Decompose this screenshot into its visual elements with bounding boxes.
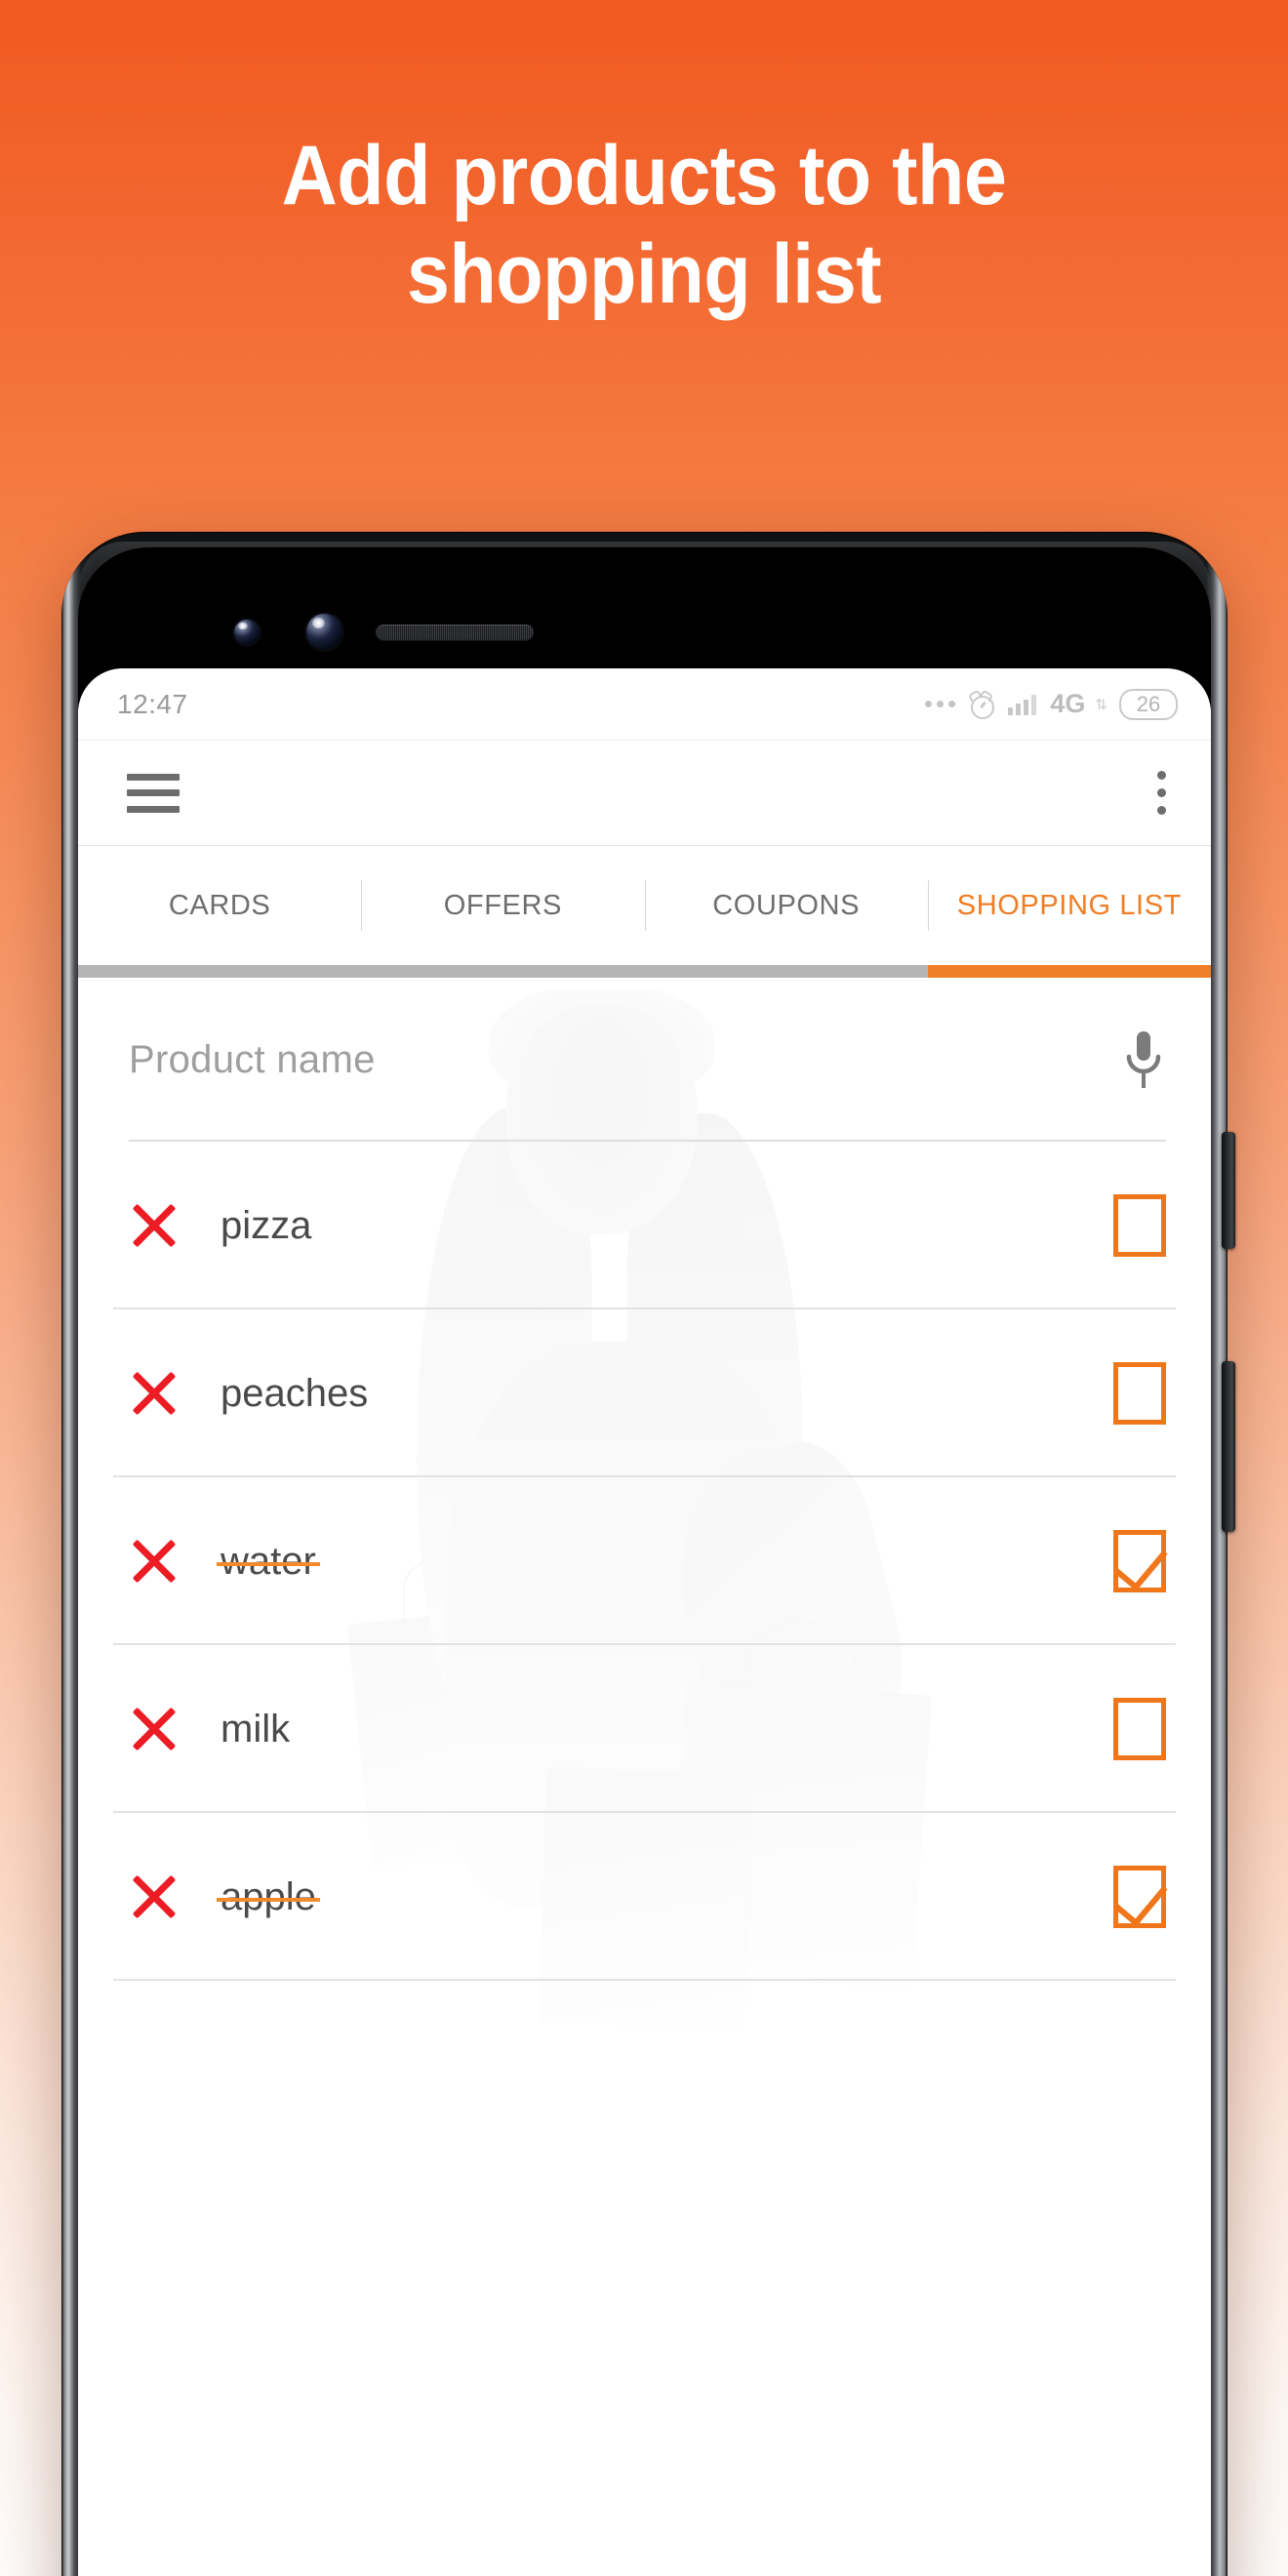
app-screen: 12:47 4G ⇅ 26 CARDS OFFERS COUPONS SHOPP… bbox=[78, 668, 1211, 2576]
tab-indicator-track bbox=[78, 965, 928, 978]
list-item[interactable]: apple bbox=[78, 1813, 1211, 1981]
phone-mockup: 12:47 4G ⇅ 26 CARDS OFFERS COUPONS SHOPP… bbox=[61, 532, 1235, 2576]
list-item-label: peaches bbox=[221, 1371, 369, 1415]
list-item-label: milk bbox=[221, 1707, 291, 1751]
list-item-checkbox[interactable] bbox=[1113, 1362, 1166, 1425]
tab-cards[interactable]: CARDS bbox=[78, 890, 361, 922]
tab-indicator bbox=[78, 965, 1211, 978]
phone-bezel: 12:47 4G ⇅ 26 CARDS OFFERS COUPONS SHOPP… bbox=[78, 547, 1211, 2576]
promo-headline: Add products to the shopping list bbox=[52, 127, 1236, 325]
hamburger-menu-icon[interactable] bbox=[127, 773, 180, 813]
shopping-list: pizza peaches water milk apple bbox=[78, 1142, 1211, 1981]
status-bar-clock: 12:47 bbox=[117, 688, 188, 719]
list-item-label: pizza bbox=[221, 1203, 312, 1247]
red-x-delete-icon[interactable] bbox=[129, 1200, 180, 1251]
red-x-delete-icon[interactable] bbox=[129, 1704, 180, 1754]
list-item-checkbox[interactable] bbox=[1113, 1866, 1168, 1928]
red-x-delete-icon[interactable] bbox=[129, 1368, 180, 1419]
network-type-label: 4G bbox=[1050, 689, 1086, 718]
front-camera-secondary-icon bbox=[306, 614, 342, 650]
list-item-label: water bbox=[217, 1539, 320, 1583]
tab-shopping-list[interactable]: SHOPPING LIST bbox=[928, 890, 1211, 922]
more-dots-icon bbox=[925, 701, 956, 707]
kebab-overflow-icon[interactable] bbox=[1154, 769, 1168, 818]
tab-offers[interactable]: OFFERS bbox=[361, 890, 644, 922]
headline-line-2: shopping list bbox=[406, 227, 882, 322]
list-item[interactable]: milk bbox=[78, 1645, 1211, 1813]
alarm-clock-icon bbox=[968, 689, 995, 719]
red-x-delete-icon[interactable] bbox=[129, 1872, 180, 1922]
tab-indicator-thumb bbox=[927, 965, 1211, 978]
list-item[interactable]: pizza bbox=[78, 1142, 1211, 1309]
headline-line-1: Add products to the bbox=[281, 129, 1007, 222]
list-item-checkbox[interactable] bbox=[1113, 1530, 1168, 1592]
cellular-signal-icon bbox=[1008, 694, 1037, 715]
earpiece-speaker-icon bbox=[376, 624, 534, 641]
product-name-input[interactable]: Product name bbox=[129, 1038, 1121, 1082]
front-camera-icon bbox=[234, 620, 260, 645]
product-name-input-row[interactable]: Product name bbox=[78, 978, 1211, 1142]
battery-level-badge: 26 bbox=[1119, 688, 1178, 720]
promo-stage: Add products to the shopping list 12:47 … bbox=[0, 0, 1288, 2576]
power-button[interactable] bbox=[1222, 1132, 1235, 1249]
red-x-delete-icon[interactable] bbox=[129, 1536, 180, 1587]
data-transfer-arrows-icon: ⇅ bbox=[1095, 696, 1107, 713]
list-item-checkbox[interactable] bbox=[1113, 1194, 1166, 1257]
volume-button[interactable] bbox=[1222, 1361, 1235, 1532]
list-item[interactable]: water bbox=[78, 1477, 1211, 1645]
status-bar-icons: 4G ⇅ 26 bbox=[925, 688, 1178, 720]
app-toolbar bbox=[78, 741, 1211, 846]
list-item-label: apple bbox=[217, 1874, 320, 1918]
tab-bar: CARDS OFFERS COUPONS SHOPPING LIST bbox=[78, 846, 1211, 978]
list-item-checkbox[interactable] bbox=[1113, 1698, 1166, 1760]
tab-coupons[interactable]: COUPONS bbox=[645, 890, 928, 922]
status-bar: 12:47 4G ⇅ 26 bbox=[78, 668, 1211, 741]
microphone-icon[interactable] bbox=[1121, 1029, 1166, 1090]
list-item[interactable]: peaches bbox=[78, 1309, 1211, 1477]
